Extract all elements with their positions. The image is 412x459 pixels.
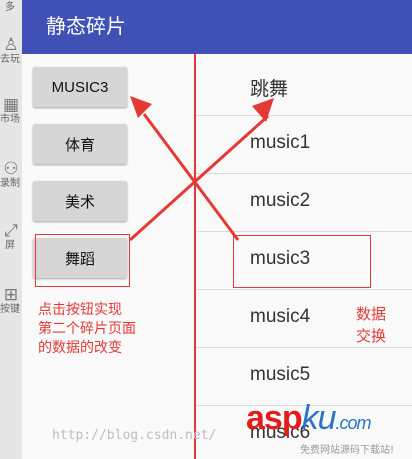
list-item-label: music4: [250, 306, 311, 327]
side-item-label: 市场: [0, 114, 20, 125]
list-item[interactable]: music1: [196, 116, 412, 174]
side-item-recorder[interactable]: ⚇ 录制: [0, 160, 22, 190]
list-item-label: music5: [250, 364, 311, 385]
list-item-label: music2: [250, 190, 311, 211]
left-note-line: 第二个碎片页面: [38, 321, 136, 337]
site-logo: aspku.com: [246, 399, 372, 438]
side-item-label: 屏: [5, 240, 15, 251]
left-note-line: 的数据的改变: [38, 340, 122, 356]
logo-red-part: asp: [246, 399, 303, 437]
app-title: 静态碎片: [46, 14, 126, 38]
logo-suffix: .com: [335, 413, 372, 433]
keypad-icon: ⊞: [3, 285, 19, 305]
person-icon: ♙: [3, 35, 19, 55]
screen-icon: ⤢: [4, 221, 18, 241]
logo-subtitle: 免费网站源码下载站!: [300, 445, 395, 456]
dance-highlight-box: [35, 234, 130, 287]
art-button[interactable]: 美术: [33, 181, 127, 221]
side-item-store[interactable]: ▦ 市场: [0, 96, 22, 126]
right-note: 数据 交换: [356, 303, 386, 347]
side-item-play[interactable]: ♙ 去玩: [0, 36, 22, 66]
side-item-label: 按键: [0, 304, 20, 315]
store-icon: ▦: [2, 95, 20, 115]
list-item[interactable]: music5: [196, 348, 412, 406]
left-note: 点击按钮实现 第二个碎片页面 的数据的改变: [38, 301, 136, 358]
list-item-label: 跳舞: [250, 79, 289, 100]
side-item-more[interactable]: 多: [0, 2, 22, 14]
list-item-label: music1: [250, 132, 311, 153]
app-bar: 静态碎片: [22, 0, 412, 54]
side-item-label: 多: [5, 2, 15, 13]
recorder-icon: ⚇: [3, 159, 19, 179]
sports-button[interactable]: 体育: [33, 124, 127, 164]
list-item[interactable]: 跳舞: [196, 58, 412, 116]
music3-button[interactable]: MUSIC3: [33, 67, 127, 107]
logo-blue-part: ku: [301, 399, 337, 437]
list-item[interactable]: music2: [196, 174, 412, 232]
music3-highlight-box: [233, 235, 371, 288]
side-item-keypad[interactable]: ⊞ 按键: [0, 286, 22, 316]
watermark-url: http://blog.csdn.net/: [52, 428, 217, 443]
right-note-line: 数据: [356, 305, 387, 323]
side-item-screen[interactable]: ⤢ 屏: [0, 222, 22, 252]
side-strip: 多 ♙ 去玩 ▦ 市场 ⚇ 录制 ⤢ 屏 ⊞ 按键: [0, 0, 22, 459]
side-item-label: 录制: [0, 178, 20, 189]
left-note-line: 点击按钮实现: [38, 302, 122, 318]
side-item-label: 去玩: [0, 54, 20, 65]
right-note-line: 交换: [356, 327, 387, 345]
